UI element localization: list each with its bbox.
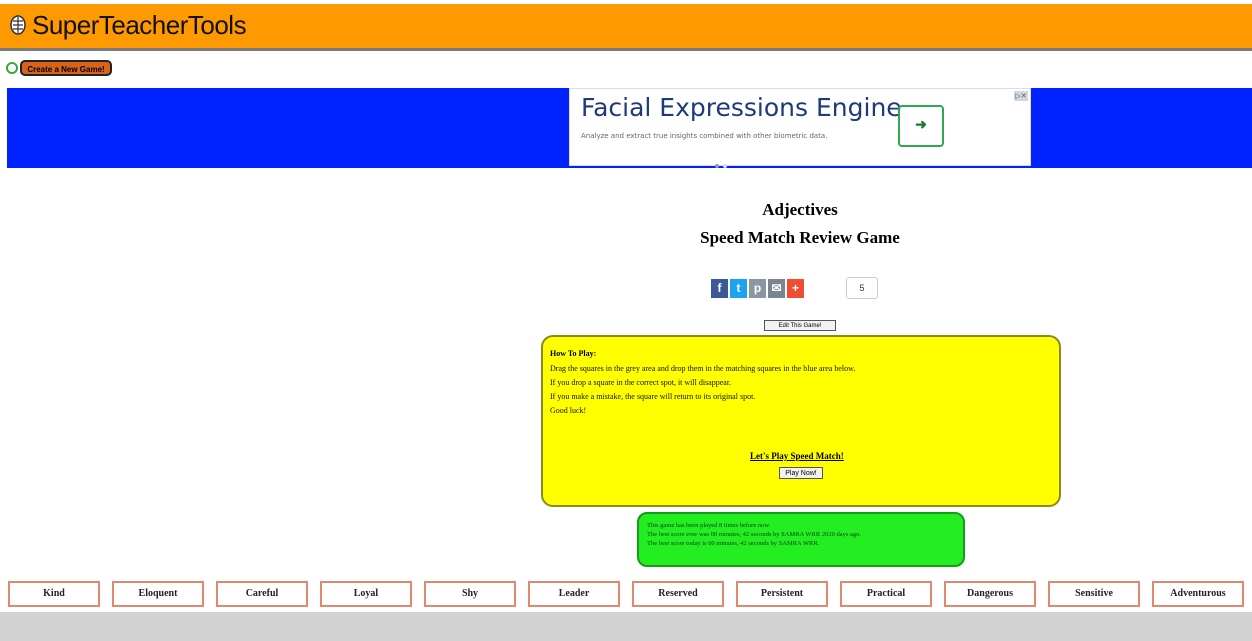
site-logo[interactable]: SuperTeacherTools [32, 10, 247, 41]
create-game-button[interactable]: Create a New Game! [20, 60, 112, 76]
word-target[interactable]: Practical [840, 581, 932, 607]
ad-dot-active[interactable] [715, 164, 719, 168]
word-target[interactable]: Adventurous [1152, 581, 1244, 607]
instruction-line: If you drop a square in the correct spot… [550, 378, 732, 387]
ad-description: Analyze and extract true insights combin… [581, 132, 828, 140]
drag-area[interactable] [0, 612, 1252, 641]
game-stats-box: This game has been played 8 times before… [637, 512, 965, 567]
advertisement[interactable]: Facial Expressions Engine Analyze and ex… [569, 88, 1031, 168]
stats-line: This game has been played 8 times before… [647, 522, 771, 529]
refresh-icon [6, 62, 18, 74]
ad-title[interactable]: Facial Expressions Engine [581, 93, 902, 122]
game-subtitle: Speed Match Review Game [700, 228, 900, 247]
how-to-play-heading: How To Play: [550, 349, 597, 358]
stats-line: The best score ever was 00 minutes, 42 s… [647, 531, 861, 538]
site-header: SuperTeacherTools [0, 4, 1252, 48]
word-target[interactable]: Dangerous [944, 581, 1036, 607]
word-target[interactable]: Shy [424, 581, 516, 607]
stats-line: The best score today is 00 minutes, 42 s… [647, 540, 820, 547]
instruction-line: Drag the squares in the grey area and dr… [550, 364, 856, 373]
word-target[interactable]: Sensitive [1048, 581, 1140, 607]
word-target[interactable]: Leader [528, 581, 620, 607]
word-target[interactable]: Kind [8, 581, 100, 607]
arrow-right-icon[interactable]: ➜ [898, 105, 944, 147]
edit-game-button[interactable]: Edit This Game! [764, 320, 836, 331]
instruction-line: If you make a mistake, the square will r… [550, 392, 756, 401]
header-divider [0, 48, 1252, 51]
email-icon[interactable]: ✉ [768, 279, 785, 298]
word-target[interactable]: Reserved [632, 581, 724, 607]
twitter-icon[interactable]: t [730, 279, 747, 298]
ad-choices-icon[interactable]: ▷✕ [1014, 91, 1028, 101]
game-title: Adjectives [762, 200, 838, 219]
play-now-button[interactable]: Play Now! [779, 467, 823, 479]
word-target[interactable]: Loyal [320, 581, 412, 607]
word-target[interactable]: Persistent [736, 581, 828, 607]
word-target[interactable]: Careful [216, 581, 308, 607]
logo-icon [10, 15, 26, 35]
plus-icon[interactable]: + [787, 279, 804, 298]
pinterest-icon[interactable]: p [749, 279, 766, 298]
ad-pager [715, 155, 731, 173]
play-speed-match-link[interactable]: Let's Play Speed Match! [750, 451, 844, 461]
how-to-play-box: How To Play: Drag the squares in the gre… [541, 335, 1061, 507]
word-target[interactable]: Eloquent [112, 581, 204, 607]
drop-target-row: Kind Eloquent Careful Loyal Shy Leader R… [0, 576, 1252, 612]
share-count: 5 [846, 277, 878, 299]
ad-dot[interactable] [723, 164, 727, 168]
facebook-icon[interactable]: f [711, 279, 728, 298]
instruction-line: Good luck! [550, 406, 587, 415]
